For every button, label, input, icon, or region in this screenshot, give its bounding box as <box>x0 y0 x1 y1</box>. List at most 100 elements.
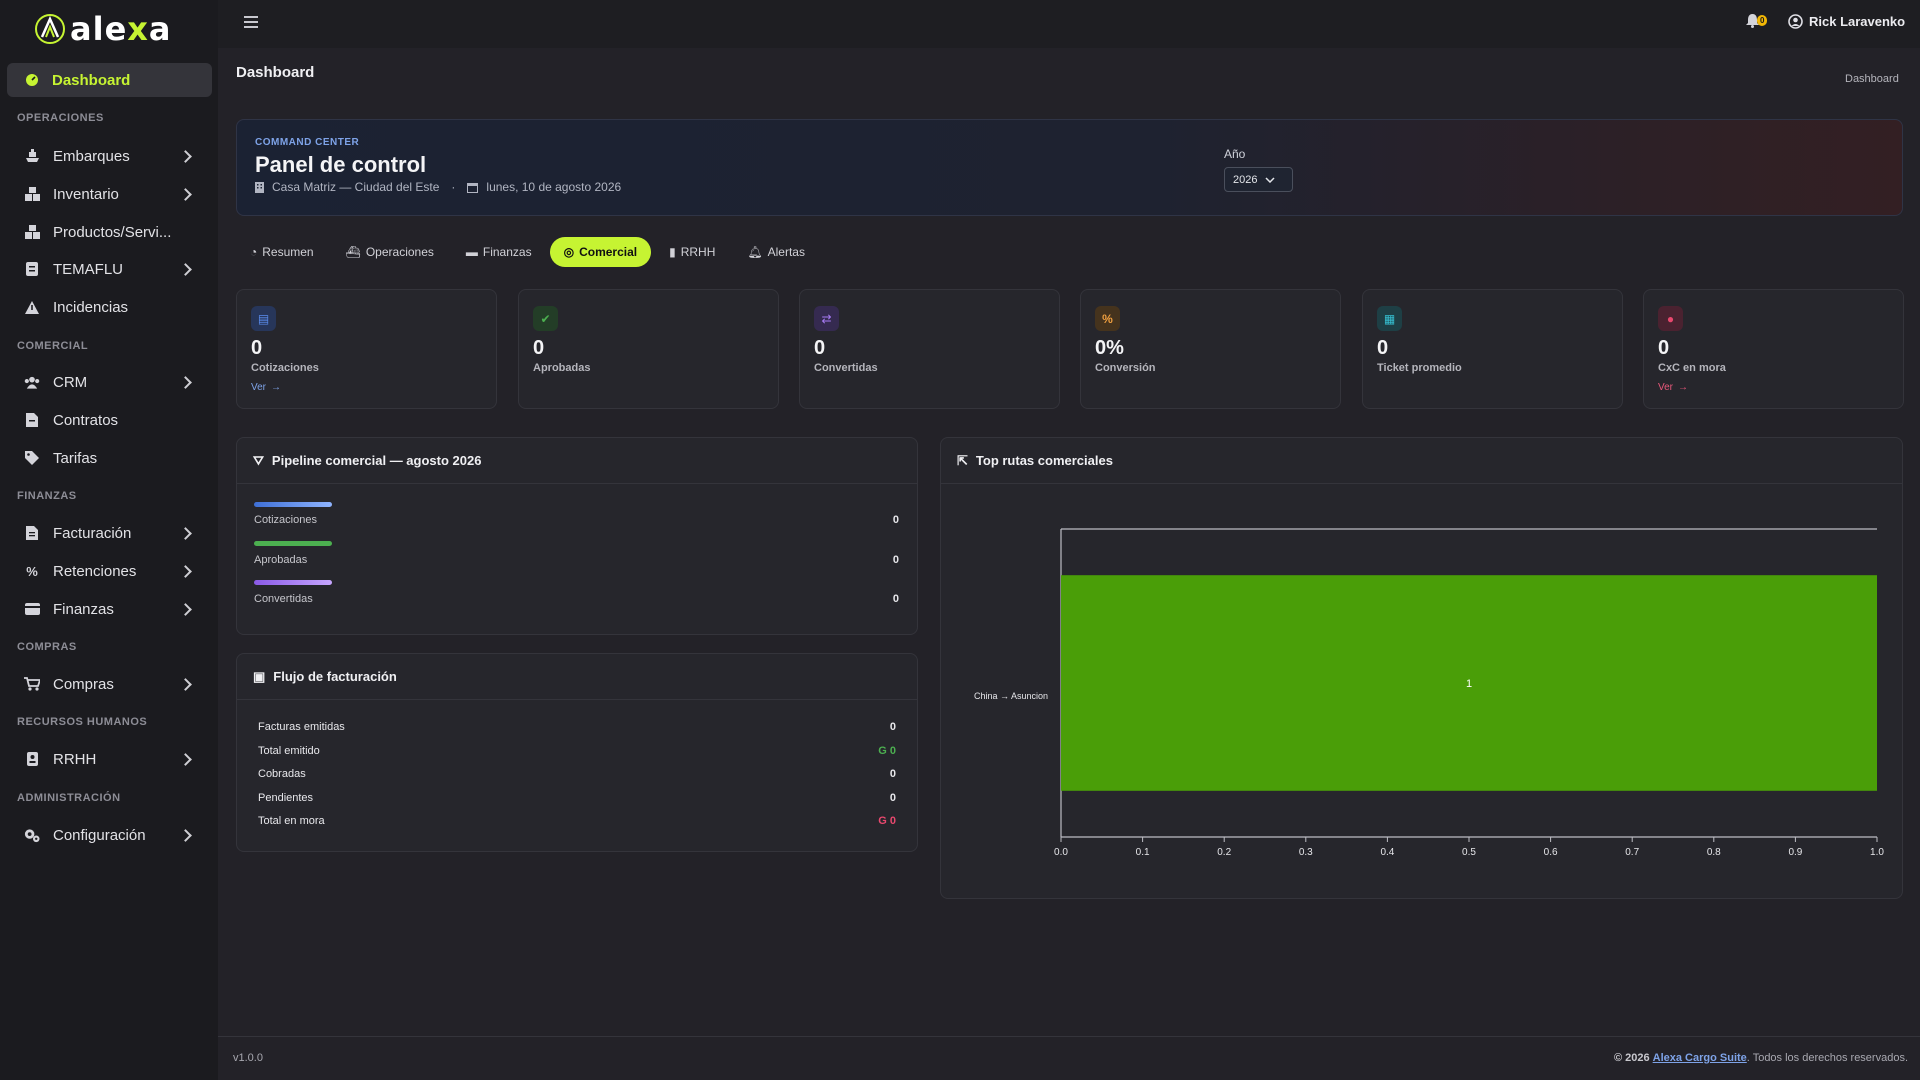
sidebar-item-contratos[interactable]: Contratos <box>7 403 212 437</box>
sidebar-item-compras[interactable]: Compras <box>7 667 212 701</box>
x-tick-label: 0.5 <box>1462 847 1476 858</box>
sidebar-item-label: Configuración <box>53 826 146 844</box>
tab-resumen[interactable]: ◔ Resumen <box>236 237 328 267</box>
kpi-value: 0% <box>1095 337 1124 359</box>
company-link[interactable]: Alexa Cargo Suite <box>1653 1052 1747 1064</box>
chevron-down-icon <box>1265 176 1276 183</box>
sidebar: alexa Dashboard OPERACIONES Embarques In… <box>0 0 218 1080</box>
gauge-icon: ◔ <box>250 245 258 259</box>
file-icon: ▤ <box>251 306 276 331</box>
sidebar-item-facturacion[interactable]: Facturación <box>7 516 212 550</box>
routes-bar-chart: 1 China → Asuncion 0.0 0.1 0.2 0.3 0.4 0.5 0.6 0.… <box>974 528 1884 858</box>
billing-row: Total en mora G 0 <box>258 815 896 827</box>
routes-panel: ⇱ Top rutas comerciales 1 China → Asuncio… <box>940 437 1903 899</box>
pipeline-bar-cotizaciones <box>254 502 332 507</box>
ship-icon <box>24 148 40 164</box>
tab-operaciones[interactable]: ⛴ Operaciones <box>332 237 448 267</box>
arrow-right-icon: → <box>1678 382 1689 393</box>
tab-alertas[interactable]: 🔔︎ Alertas <box>733 237 819 267</box>
sidebar-item-retenciones[interactable]: % Retenciones <box>7 554 212 588</box>
sidebar-item-tarifas[interactable]: Tarifas <box>7 441 212 475</box>
pipeline-value: 0 <box>892 593 899 605</box>
sidebar-item-label: Compras <box>53 675 114 693</box>
kpi-label: Convertidas <box>814 362 878 374</box>
kpi-card-cotizaciones: ▤ 0 Cotizaciones Ver → <box>236 289 497 409</box>
check-circle-icon: ✔ <box>533 306 558 331</box>
brand-logo[interactable]: alexa <box>0 0 218 50</box>
chevron-right-icon <box>179 526 192 540</box>
tab-comercial[interactable]: ◎ Comercial <box>549 237 652 267</box>
breadcrumb[interactable]: Dashboard <box>1845 73 1899 85</box>
pipeline-value: 0 <box>892 554 899 566</box>
sidebar-item-embarques[interactable]: Embarques <box>7 139 212 173</box>
sidebar-item-rrhh[interactable]: RRHH <box>7 742 212 776</box>
chevron-right-icon <box>179 187 192 201</box>
kpi-value: 0 <box>1658 337 1670 359</box>
kpi-value: 0 <box>1377 337 1389 359</box>
boxes-icon <box>24 224 40 240</box>
sidebar-item-temaflu[interactable]: TEMAFLU <box>7 252 212 286</box>
tab-finanzas[interactable]: ▬ Finanzas <box>452 237 546 267</box>
chevron-right-icon <box>179 262 192 276</box>
boxes-icon <box>24 186 40 202</box>
command-center-hero: COMMAND CENTER Panel de control Casa Mat… <box>236 119 1903 216</box>
billing-title: Flujo de facturación <box>273 669 397 684</box>
kpi-link-ver[interactable]: Ver → <box>1658 382 1688 393</box>
sidebar-item-label: Contratos <box>53 411 119 429</box>
kpi-label: Ticket promedio <box>1377 362 1462 374</box>
kpi-label: CxC en mora <box>1658 362 1726 374</box>
notifications-badge: 0 <box>1757 15 1768 26</box>
sidebar-item-productos[interactable]: Productos/Servi... <box>7 215 212 249</box>
x-tick-label: 0.1 <box>1136 847 1150 858</box>
gears-icon <box>24 827 40 843</box>
pipeline-value: 0 <box>892 514 899 526</box>
building-icon <box>255 181 264 193</box>
invoice-icon <box>24 525 40 541</box>
sidebar-item-crm[interactable]: CRM <box>7 365 212 399</box>
footer: v1.0.0 © 2026 Alexa Cargo Suite. Todos l… <box>218 1036 1920 1080</box>
kpi-value: 0 <box>814 337 826 359</box>
app-version: v1.0.0 <box>233 1052 263 1064</box>
hero-meta: Casa Matriz — Ciudad del Este · lunes, 1… <box>255 180 621 194</box>
billing-row: Pendientes 0 <box>258 792 896 804</box>
x-tick-label: 0.3 <box>1299 847 1313 858</box>
sidebar-item-label: CRM <box>53 373 88 391</box>
calendar-icon <box>467 182 479 193</box>
kpi-card-convertidas: ⇄ 0 Convertidas <box>799 289 1060 409</box>
routes-title: Top rutas comerciales <box>975 453 1113 468</box>
x-tick-label: 0.4 <box>1380 847 1394 858</box>
kpi-card-aprobadas: ✔ 0 Aprobadas <box>518 289 779 409</box>
bar-data-label: 1 <box>1466 678 1472 690</box>
sidebar-item-label: Retenciones <box>53 562 137 580</box>
copyright: © 2026 Alexa Cargo Suite. Todos los dere… <box>1613 1052 1908 1064</box>
money-bill-icon: ▣ <box>253 668 266 684</box>
sidebar-section-title: OPERACIONES <box>17 112 104 124</box>
year-select-value: 2026 <box>1233 173 1258 186</box>
sidebar-item-label: Tarifas <box>53 449 98 467</box>
x-tick-label: 0.8 <box>1707 847 1721 858</box>
kpi-link-ver[interactable]: Ver → <box>251 382 281 393</box>
pipeline-bar-convertidas <box>254 580 332 585</box>
year-label: Año <box>1224 147 1246 161</box>
id-badge-icon: ▮ <box>669 245 676 259</box>
user-circle-icon <box>1788 14 1803 29</box>
user-menu[interactable]: Rick Laravenko <box>1788 14 1905 29</box>
sidebar-item-inventario[interactable]: Inventario <box>7 177 212 211</box>
year-select[interactable]: 2026 <box>1224 167 1293 192</box>
topbar: 0 Rick Laravenko <box>218 0 1920 48</box>
sidebar-item-incidencias[interactable]: Incidencias <box>7 290 212 324</box>
user-name: Rick Laravenko <box>1809 14 1906 29</box>
menu-toggle-icon[interactable] <box>244 16 258 31</box>
pipeline-label: Convertidas <box>254 593 313 605</box>
tab-rrhh[interactable]: ▮ RRHH <box>655 237 729 267</box>
x-tick-label: 0.9 <box>1788 847 1802 858</box>
sidebar-item-configuracion[interactable]: Configuración <box>7 818 212 852</box>
logo-wordmark: alexa <box>70 10 172 48</box>
ship-icon: ⛴ <box>345 245 361 259</box>
sidebar-item-dashboard[interactable]: Dashboard <box>7 63 212 97</box>
sidebar-section-title: COMERCIAL <box>17 340 89 352</box>
sidebar-item-finanzas[interactable]: Finanzas <box>7 592 212 626</box>
money-icon: ▬ <box>465 245 478 259</box>
chevron-right-icon <box>179 149 192 163</box>
hero-separator: · <box>451 180 456 194</box>
